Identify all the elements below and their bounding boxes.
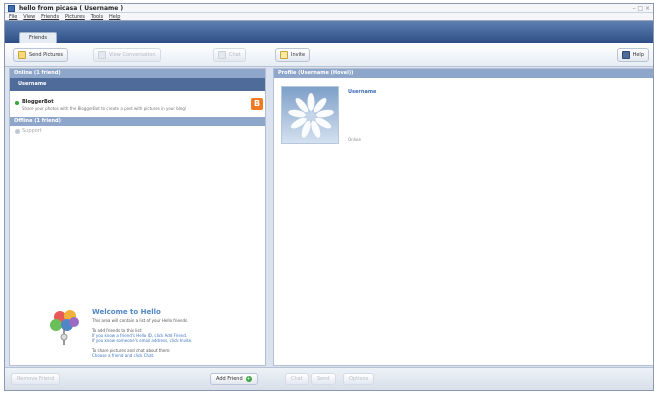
menu-file[interactable]: File [9,13,17,21]
app-window: hello from picasa ( Username ) – □ × Fil… [4,3,654,391]
welcome-text: This area will contain a list of your He… [92,318,262,358]
chat-toolbar-label: Chat [229,52,241,58]
invite-icon [280,50,288,59]
send-pictures-label: Send Pictures [29,52,63,58]
window-controls[interactable]: – □ × [632,5,650,12]
contact-support[interactable]: Support [10,126,265,138]
app-icon [8,5,15,12]
options-bottom-button[interactable]: Options [343,373,375,385]
profile-name: Username [348,89,377,95]
online-status-icon [15,101,19,105]
title-bar: hello from picasa ( Username ) – □ × [5,4,653,13]
help-icon [621,50,630,59]
contact-bloggerbot[interactable]: BloggerBot Share your photos with the Bl… [10,96,265,116]
offline-group-header[interactable]: Offline (1 friend) [10,117,265,126]
add-icon: + [245,375,252,382]
pictures-icon [18,50,26,59]
add-friend-label: Add Friend [216,376,243,382]
current-user-row[interactable]: Username [10,78,265,91]
invite-label: Invite [291,52,306,58]
chat-bottom-button[interactable]: Chat [285,373,309,385]
tab-friends[interactable]: Friends [19,32,57,43]
send-bottom-button[interactable]: Send [311,373,336,385]
conversation-icon [98,50,106,59]
menu-pictures[interactable]: Pictures [65,13,85,21]
welcome-title: Welcome to Hello [92,308,161,316]
blogger-icon[interactable]: B [251,98,263,110]
view-conversation-button[interactable]: View Conversation [93,48,161,62]
offline-person-icon [15,129,20,134]
friends-list-pane: Online (1 friend) Username BloggerBot Sh… [9,68,266,366]
welcome-panel: Welcome to Hello This area will contain … [48,304,263,362]
offline-contact-name: Support [22,128,42,134]
hello-logo-icon [50,310,79,345]
add-friend-button[interactable]: Add Friend + [210,373,258,385]
window-title: hello from picasa ( Username ) [19,5,124,12]
profile-status: Online [348,137,361,142]
send-pictures-button[interactable]: Send Pictures [13,48,68,62]
bottom-bar: Remove Friend Add Friend + Chat Send Opti… [5,367,653,390]
toolbar: Send Pictures View Conversation Chat Inv… [5,43,653,67]
welcome-line-chat[interactable]: Choose a friend and click Chat. [92,353,262,358]
profile-header: Profile (Username (Hovel)) [274,69,653,78]
chat-icon [218,50,226,59]
view-conversation-label: View Conversation [109,52,156,58]
menu-tools[interactable]: Tools [91,13,103,21]
help-button[interactable]: Help [616,48,649,62]
menu-help[interactable]: Help [109,13,120,21]
flower-avatar-icon [288,93,334,138]
contact-name: BloggerBot [22,99,54,105]
chat-toolbar-button[interactable]: Chat [213,48,246,62]
menu-bar: File View Friends Pictures Tools Help [5,13,653,21]
tab-strip: Friends [5,21,653,43]
menu-friends[interactable]: Friends [41,13,59,21]
profile-pane: Profile (Username (Hovel)) Username Onli [273,68,653,366]
contact-status: Share your photos with the BloggerBot to… [22,106,187,111]
remove-friend-button[interactable]: Remove Friend [11,373,61,385]
help-label: Help [632,52,644,58]
online-group-header[interactable]: Online (1 friend) [10,69,265,78]
avatar[interactable] [281,86,339,144]
invite-button[interactable]: Invite [275,48,311,62]
menu-view[interactable]: View [23,13,35,21]
